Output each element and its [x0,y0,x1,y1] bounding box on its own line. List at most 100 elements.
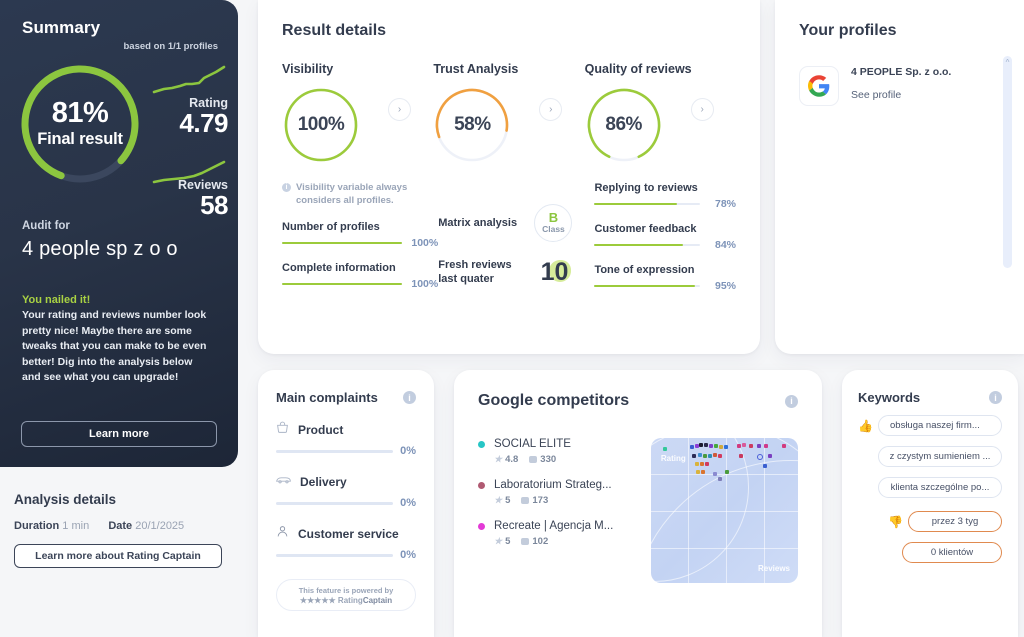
summary-card: Summary based on 1/1 profiles 81% Final … [0,0,238,467]
keyword-row-positive: 👍 obsługa naszej firm... [858,415,1002,436]
complaint-product: Product 0% [276,421,416,457]
scatter-point [691,454,696,458]
visibility-note: i Visibility variable always considers a… [282,182,432,207]
competitor-rating: ★ 4.8 [494,454,519,465]
person-icon [276,525,289,543]
duration-value: 1 min [62,520,90,532]
visibility-details-chevron[interactable]: › [388,98,411,121]
learn-more-rating-captain-button[interactable]: Learn more about Rating Captain [14,544,222,568]
gauge-quality-of-reviews: Quality of reviews 86% › [585,62,736,164]
competitor-reviews: 330 [529,454,556,465]
scatter-y-axis-label: Rating [660,454,686,463]
scatter-point [723,445,728,449]
competitor-row[interactable]: SOCIAL ELITE ★ 4.8 330 [478,438,635,465]
reviews-value: 58 [200,190,228,220]
scatter-point [694,462,699,466]
trust-details-chevron[interactable]: › [539,98,563,121]
metric-replying-to-reviews: Replying to reviews 78% [594,182,736,210]
gauge-quality-value: 86% [605,114,642,135]
competitor-row[interactable]: Laboratorium Strateg... ★ 5 173 [478,479,635,506]
keyword-chip[interactable]: obsługa naszej firm... [878,415,1002,436]
profile-list-item[interactable]: 4 PEOPLE Sp. z o.o. See profile [799,66,1000,106]
competitor-list: SOCIAL ELITE ★ 4.8 330 Laboratorium Strat… [478,438,635,583]
competitor-name: Laboratorium Strateg... [494,479,612,491]
complaint-label: Delivery [300,475,347,489]
date-label: Date [108,520,133,532]
info-icon[interactable]: i [785,394,798,408]
result-details-title: Result details [282,22,387,39]
competitor-rating: ★ 5 [494,495,511,506]
main-complaints-panel: Main complaints i Product 0% Delivery 0%… [258,370,434,637]
scatter-point [697,453,702,457]
keyword-chip[interactable]: z czystym sumieniem ... [878,446,1002,467]
competitor-reviews: 173 [521,495,548,506]
gauge-trust-analysis: Trust Analysis 58% › [433,62,584,164]
competitor-name: SOCIAL ELITE [494,438,571,450]
duration-label: Duration [14,520,60,532]
gauge-visibility: Visibility 100% › [282,62,433,164]
metric-value: 95% [714,280,736,292]
scatter-point [699,462,704,466]
metric-value: 84% [714,239,736,251]
scatter-point [702,454,707,458]
analysis-meta: Duration 1 min Date 20/1/2025 [14,520,244,532]
competitor-color-dot [478,522,485,530]
based-on-profiles: based on 1/1 profiles [123,41,219,52]
complaint-value: 0% [400,445,416,457]
keyword-chip[interactable]: klienta szczególne po... [878,477,1002,498]
competitor-rating: ★ 5 [494,536,511,547]
brand-light: Rating [337,595,363,605]
scatter-point [718,445,723,449]
analysis-details: Analysis details Duration 1 min Date 20/… [14,492,244,568]
gauges-row: Visibility 100% › Trust Analysis 58% › Q… [282,62,736,164]
scatter-point [763,444,768,448]
profiles-scrollbar[interactable]: ^ [1003,56,1012,268]
stars-icon: ★★★★★ [299,595,336,605]
scatter-point [698,443,703,447]
audit-for-label: Audit for [22,220,70,232]
scatter-point [724,470,729,474]
thumbs-up-icon: 👍 [858,418,873,433]
gauge-trust-value: 58% [454,114,491,135]
competitor-scatter-plot[interactable]: Rating Reviews [650,438,798,583]
scatter-point [713,444,718,448]
info-icon: i [282,183,291,192]
scatter-point [767,454,772,458]
star-icon: ★ [494,536,503,546]
scatter-point [712,453,717,457]
basket-icon [276,421,289,439]
metric-tone-of-expression: Tone of expression 95% [594,264,736,292]
main-complaints-title: Main complaints [276,390,378,405]
gauge-quality-label: Quality of reviews [584,62,692,76]
scatter-point [704,462,709,466]
quality-details-chevron[interactable]: › [690,98,714,121]
fresh-reviews-line2: last quater [438,273,494,285]
info-icon[interactable]: i [989,391,1002,404]
gauge-visibility-ring: 100% [282,86,360,164]
chevron-up-icon[interactable]: ^ [1003,58,1012,67]
see-profile-link[interactable]: See profile [851,89,951,101]
learn-more-button[interactable]: Learn more [21,421,217,447]
scatter-point [762,464,767,468]
complaint-customer-service: Customer service 0% [276,525,416,561]
metric-label: Tone of expression [594,264,695,276]
brand-bold: Captain [362,595,393,605]
powered-by-brand: ★★★★★ RatingCaptain [300,596,392,605]
dashboard-page: Summary based on 1/1 profiles 81% Final … [0,0,1024,637]
trust-metrics: Matrix analysis B Class Fresh reviews la… [438,182,594,305]
scatter-point [662,447,667,451]
fresh-reviews-line1: Fresh reviews [438,259,512,271]
matrix-analysis-row: Matrix analysis B Class [438,204,594,242]
keyword-chip[interactable]: 0 klientów [902,542,1002,563]
complaint-label: Product [298,423,344,437]
scatter-point [717,477,722,481]
competitor-row[interactable]: Recreate | Agencja M... ★ 5 102 [478,520,635,547]
keyword-chip[interactable]: przez 3 tyg [908,511,1002,532]
keyword-row: 0 klientów [858,542,1002,563]
powered-by-badge: This feature is powered by ★★★★★ RatingC… [276,579,416,611]
matrix-analysis-label: Matrix analysis [438,217,518,229]
gauge-trust-label: Trust Analysis [433,62,519,76]
info-icon[interactable]: i [403,391,416,404]
matrix-class-word: Class [542,223,565,234]
scatter-point [738,454,743,458]
